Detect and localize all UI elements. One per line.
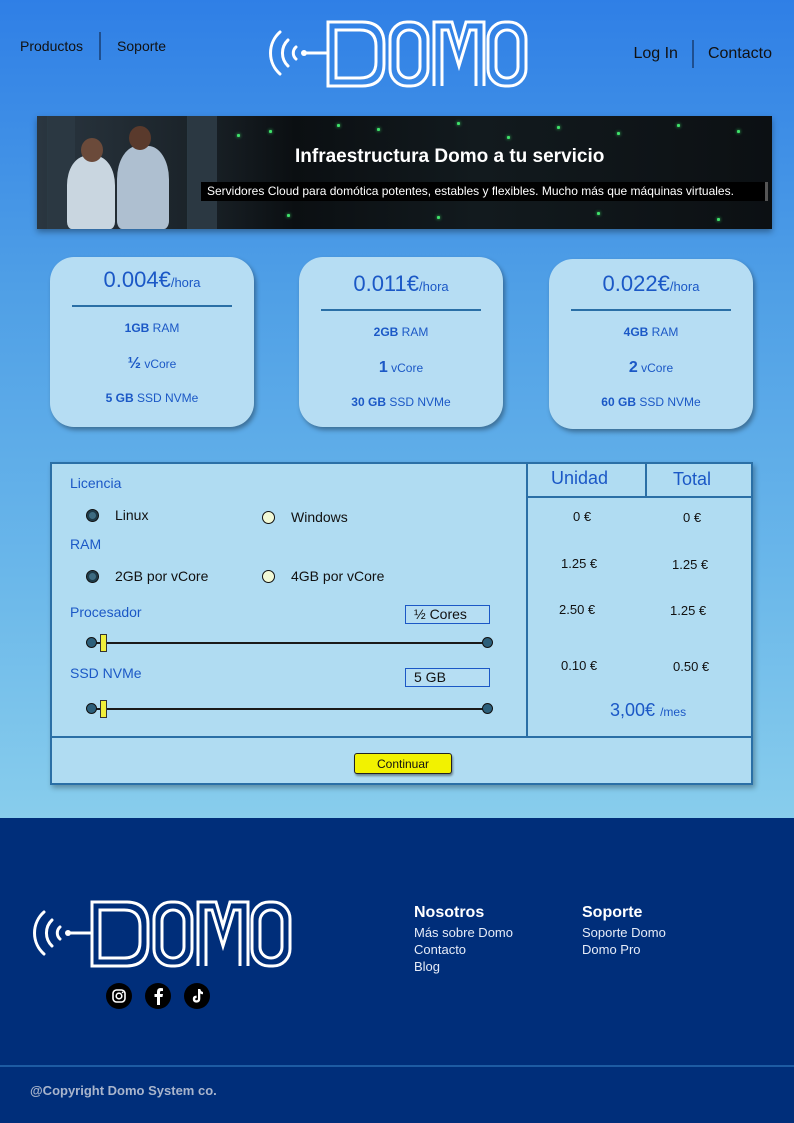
footer-column-title: Nosotros <box>414 904 485 921</box>
nav-divider <box>99 32 102 60</box>
column-header-total: Total <box>673 469 712 489</box>
nav-login-link[interactable]: Log In <box>633 45 677 63</box>
footer-link-soporte-domo[interactable]: Soporte Domo <box>582 924 666 941</box>
continue-button[interactable]: Continuar <box>354 753 452 774</box>
ssd-slider[interactable] <box>86 700 493 718</box>
plan-ssd: 30 GB SSD NVMe <box>351 395 451 409</box>
person-head-image <box>81 138 103 162</box>
nav-soporte-link[interactable]: Soporte <box>117 38 166 54</box>
facebook-icon[interactable] <box>145 983 171 1009</box>
footer-column-soporte: Soporte Soporte Domo Domo Pro <box>582 904 666 958</box>
nav-left: Productos Soporte <box>20 32 166 60</box>
footer-link-mas-sobre-domo[interactable]: Más sobre Domo <box>414 924 513 941</box>
domo-logo[interactable] <box>30 896 292 970</box>
nav-contacto-link[interactable]: Contacto <box>708 45 772 63</box>
plan-card-2[interactable]: 0.011€/hora 2GB RAM 1 vCore 30 GB SSD NV… <box>299 257 503 427</box>
hero-banner: Infraestructura Domo a tu servicio Servi… <box>37 116 772 229</box>
plan-price: 0.011€/hora <box>353 271 449 296</box>
column-header-unidad: Unidad <box>551 468 609 488</box>
domo-logo[interactable] <box>266 16 528 90</box>
instagram-icon[interactable] <box>106 983 132 1009</box>
footer-divider <box>0 1065 794 1067</box>
unit-cell: 2.50 € <box>559 602 596 617</box>
footer-column-title: Soporte <box>582 904 643 921</box>
footer-column-nosotros: Nosotros Más sobre Domo Contacto Blog <box>414 904 513 975</box>
plan-ssd: 5 GB SSD NVMe <box>105 391 199 405</box>
total-cell: 1.25 € <box>672 557 709 572</box>
divider <box>645 464 647 497</box>
grand-total: 3,00€ /mes <box>610 700 687 720</box>
plan-price: 0.022€/hora <box>602 271 700 296</box>
slider-max-dot <box>482 637 493 648</box>
nav-productos-link[interactable]: Productos <box>20 38 83 54</box>
ram-option-4gb[interactable]: 4GB por vCore <box>262 568 384 584</box>
server-rack-image <box>187 116 217 229</box>
ram-label: RAM <box>70 536 102 552</box>
slider-max-dot <box>482 703 493 714</box>
unit-cell: 0.10 € <box>561 658 598 673</box>
unit-cell: 0 € <box>573 509 592 524</box>
banner-title: Infraestructura Domo a tu servicio <box>295 146 605 167</box>
plan-vcore: ½ vCore <box>127 355 177 372</box>
person-image <box>117 146 169 229</box>
slider-track <box>92 708 487 710</box>
radio-unselected[interactable] <box>262 510 275 524</box>
nav-divider <box>691 40 694 68</box>
slider-thumb[interactable] <box>99 700 107 718</box>
divider <box>321 309 481 311</box>
plan-ram: 2GB RAM <box>373 325 429 339</box>
divider <box>526 464 528 737</box>
footer-link-domo-pro[interactable]: Domo Pro <box>582 941 666 958</box>
person-head-image <box>129 126 151 150</box>
banner-subtitle: Servidores Cloud para domótica potentes,… <box>201 182 768 201</box>
footer-link-contacto[interactable]: Contacto <box>414 941 513 958</box>
radio-selected[interactable] <box>86 508 99 522</box>
divider <box>528 496 753 498</box>
unit-cell: 1.25 € <box>561 556 598 571</box>
divider <box>571 309 731 311</box>
nav-right: Log In Contacto <box>633 40 772 68</box>
person-image <box>67 156 115 229</box>
radio-unselected[interactable] <box>262 569 275 583</box>
divider <box>52 736 753 738</box>
plan-price: 0.004€/hora <box>103 267 201 292</box>
footer: Nosotros Más sobre Domo Contacto Blog So… <box>0 818 794 1123</box>
footer-link-blog[interactable]: Blog <box>414 958 513 975</box>
copyright-text: @Copyright Domo System co. <box>30 1083 217 1098</box>
ssd-label: SSD NVMe <box>70 665 142 681</box>
plan-vcore: 2 vCore <box>628 359 674 376</box>
divider <box>72 305 232 307</box>
slider-min-dot <box>86 703 97 714</box>
processor-label: Procesador <box>70 604 142 620</box>
processor-value-field[interactable]: ½ Cores <box>405 605 490 624</box>
plan-card-1[interactable]: 0.004€/hora 1GB RAM ½ vCore 5 GB SSD NVM… <box>50 257 254 427</box>
plan-vcore: 1 vCore <box>378 359 424 376</box>
total-cell: 0 € <box>683 510 702 525</box>
server-configurator: Licencia Linux Windows RAM 2GB por vCore… <box>50 462 753 785</box>
slider-thumb[interactable] <box>99 634 107 652</box>
total-cell: 0.50 € <box>673 659 710 674</box>
ssd-value-field[interactable]: 5 GB <box>405 668 490 687</box>
radio-selected[interactable] <box>86 569 99 583</box>
ram-option-2gb[interactable]: 2GB por vCore <box>86 568 208 584</box>
slider-track <box>92 642 487 644</box>
plan-ram: 4GB RAM <box>623 325 679 339</box>
slider-min-dot <box>86 637 97 648</box>
plan-card-3[interactable]: 0.022€/hora 4GB RAM 2 vCore 60 GB SSD NV… <box>549 259 753 429</box>
total-cell: 1.25 € <box>670 603 707 618</box>
plan-ram: 1GB RAM <box>124 321 180 335</box>
license-label: Licencia <box>70 475 122 491</box>
plan-ssd: 60 GB SSD NVMe <box>601 395 701 409</box>
tiktok-icon[interactable] <box>184 983 210 1009</box>
processor-slider[interactable] <box>86 634 493 652</box>
social-links <box>106 983 210 1009</box>
license-option-linux[interactable]: Linux <box>86 507 148 523</box>
license-option-windows[interactable]: Windows <box>262 509 348 525</box>
